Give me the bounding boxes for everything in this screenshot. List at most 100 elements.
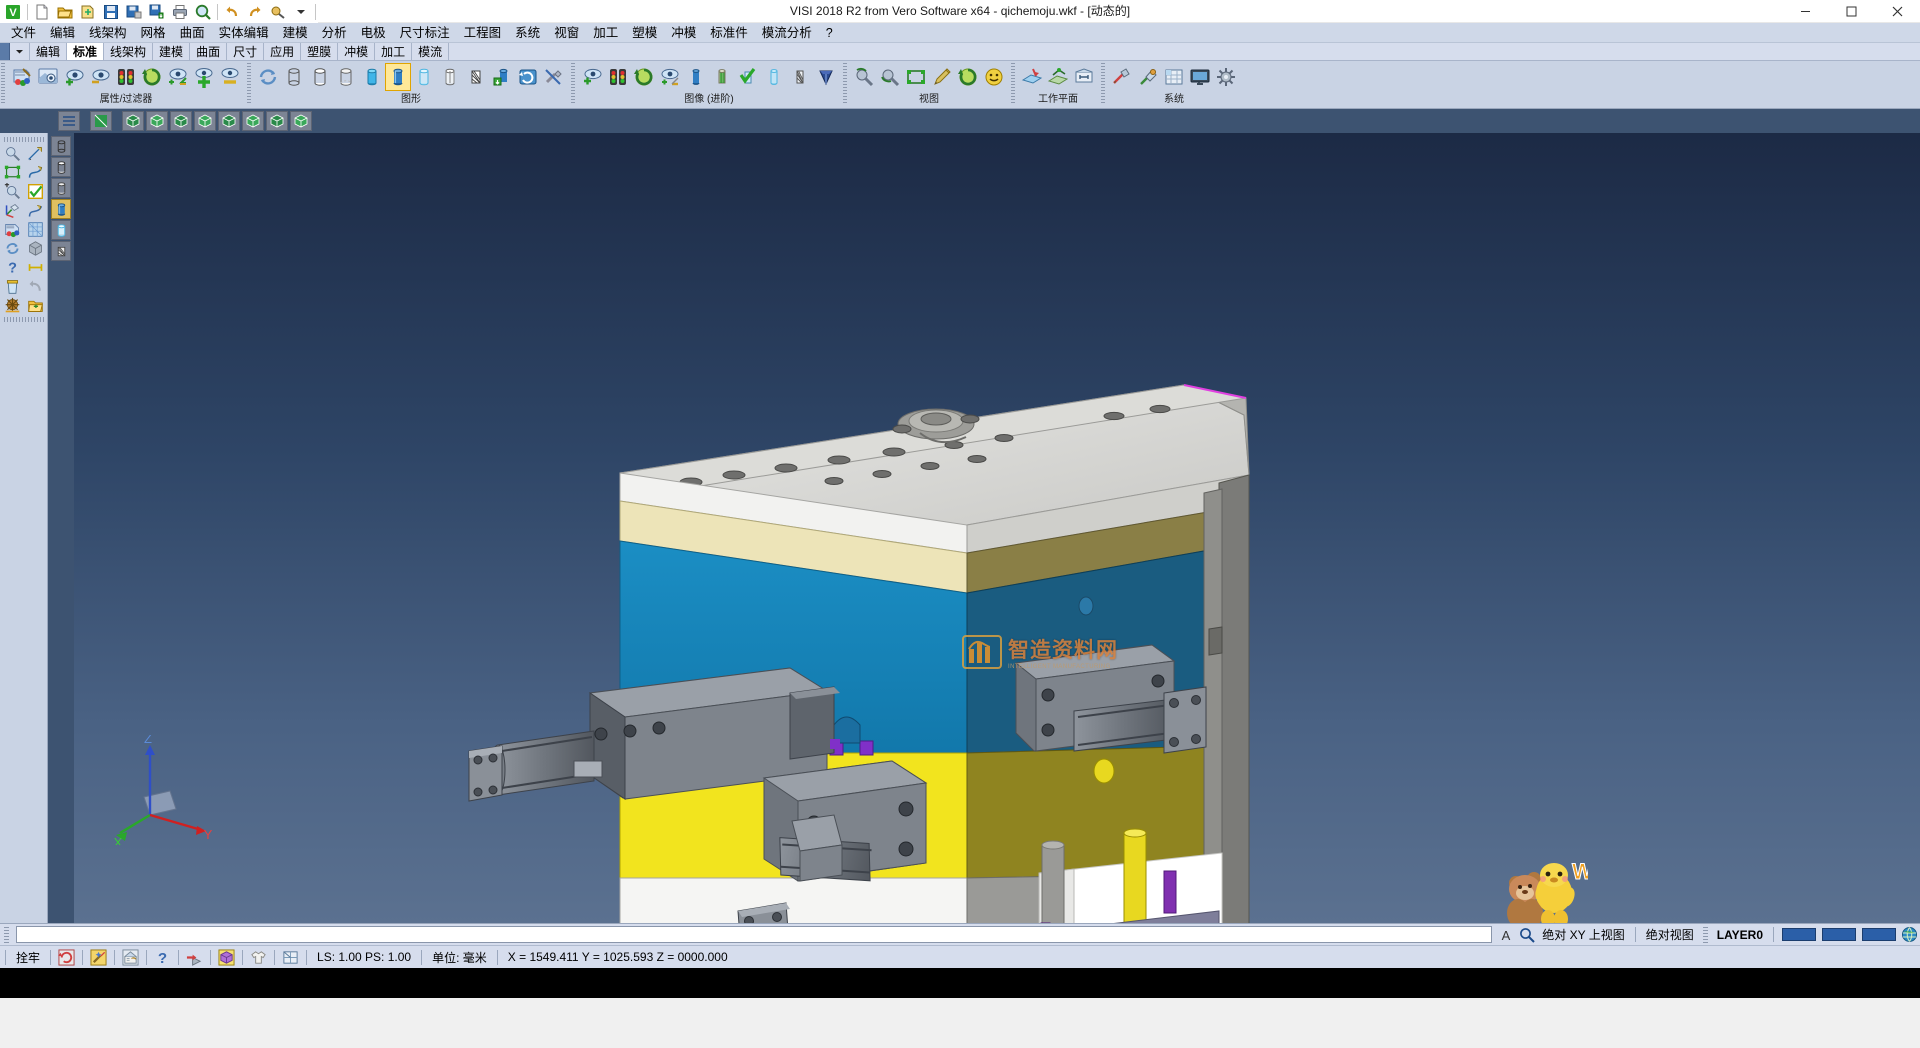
app-logo-icon[interactable]: V (2, 1, 24, 22)
layer-panel-icon[interactable] (24, 220, 47, 239)
gem-solid-icon[interactable] (813, 63, 839, 91)
ribbon-grip-3[interactable] (571, 63, 575, 105)
sys-user-icon[interactable] (1135, 63, 1161, 91)
snap-label[interactable]: 拴牢 (11, 949, 45, 966)
tab-standard[interactable]: 标准 (67, 43, 104, 60)
menu-item-system[interactable]: 系统 (508, 23, 547, 43)
palette-grip-bottom[interactable] (4, 317, 44, 322)
color-palette-icon[interactable] (9, 63, 35, 91)
save-as-icon[interactable] (123, 1, 145, 22)
view-iso5-icon[interactable] (218, 111, 240, 131)
new-file-icon[interactable] (31, 1, 53, 22)
tab-edit[interactable]: 编辑 (30, 43, 67, 60)
units-label[interactable]: 单位: 毫米 (427, 949, 492, 966)
snap-plane-icon[interactable] (280, 947, 301, 967)
view-pen-icon[interactable] (929, 63, 955, 91)
dynamic-render-icon[interactable] (515, 63, 541, 91)
tab-dimension[interactable]: 尺寸 (227, 43, 264, 60)
chevron-down-icon[interactable] (10, 43, 30, 60)
refresh-view-icon[interactable] (139, 63, 165, 91)
ribbon-grip-6[interactable] (1101, 63, 1105, 105)
select-check-icon[interactable] (24, 182, 47, 201)
sys-grid-icon[interactable] (1161, 63, 1187, 91)
transparent-adv-icon[interactable] (761, 63, 787, 91)
regenerate-icon[interactable] (255, 63, 281, 91)
traffic-light-icon[interactable] (113, 63, 139, 91)
hide-entities-icon[interactable] (87, 63, 113, 91)
close-button[interactable] (1874, 0, 1920, 23)
layer-label[interactable]: LAYER0 (1712, 928, 1768, 942)
striped-solid-icon[interactable] (709, 63, 735, 91)
tab-wireframe[interactable]: 线架构 (104, 43, 153, 60)
menu-item-solid-edit[interactable]: 实体编辑 (212, 23, 276, 43)
left-tool-palette[interactable]: ? (0, 133, 48, 923)
view-iso7-icon[interactable] (266, 111, 288, 131)
view-type-label[interactable]: 绝对视图 (1641, 926, 1699, 943)
tab-die[interactable]: 冲模 (338, 43, 375, 60)
menu-item-flow-analysis[interactable]: 模流分析 (755, 23, 819, 43)
view-iso3-icon[interactable] (170, 111, 192, 131)
hidden-line-grey-icon[interactable] (333, 63, 359, 91)
add-visible-icon[interactable] (191, 63, 217, 91)
hidden-line-icon[interactable] (307, 63, 333, 91)
menu-item-machining[interactable]: 加工 (586, 23, 625, 43)
ribbon-drag-handle[interactable] (0, 43, 10, 60)
transparent-mode-icon[interactable] (51, 220, 71, 240)
menu-item-standard-parts[interactable]: 标准件 (703, 23, 755, 43)
snap-magic-icon[interactable] (88, 947, 109, 967)
view-shade-icon[interactable] (90, 111, 112, 131)
maximize-button[interactable] (1828, 0, 1874, 23)
color-chip-3[interactable] (1862, 928, 1896, 941)
import-file-icon[interactable] (77, 1, 99, 22)
color-props-icon[interactable] (1, 220, 24, 239)
snap-help-icon[interactable]: ? (152, 947, 173, 967)
customize-icon[interactable] (290, 1, 312, 22)
toggle-visibility-icon[interactable] (165, 63, 191, 91)
fit-screen-icon[interactable] (1, 163, 24, 182)
view-rotate2-icon[interactable] (877, 63, 903, 91)
zoom-in-out-icon[interactable] (1, 182, 24, 201)
undo-arrow-icon[interactable] (24, 277, 47, 296)
menu-bar[interactable]: 文件 编辑 线架构 网格 曲面 实体编辑 建模 分析 电极 尺寸标注 工程图 系… (0, 23, 1920, 43)
menu-item-drawing[interactable]: 工程图 (457, 23, 509, 43)
status-grip[interactable] (4, 927, 9, 943)
sys-settings-icon[interactable] (1109, 63, 1135, 91)
section-icon[interactable] (463, 63, 489, 91)
menu-item-file[interactable]: 文件 (4, 23, 43, 43)
menu-item-mesh[interactable]: 网格 (134, 23, 173, 43)
menu-item-window[interactable]: 视窗 (547, 23, 586, 43)
tab-moldflow[interactable]: 模流 (412, 43, 449, 60)
undo-icon[interactable] (221, 1, 243, 22)
menu-item-wireframe[interactable]: 线架构 (82, 23, 134, 43)
menu-item-surface[interactable]: 曲面 (173, 23, 212, 43)
mesh-mode-icon[interactable] (51, 241, 71, 261)
snap-grid-icon[interactable] (120, 947, 141, 967)
regenerate-side-icon[interactable] (1, 239, 24, 258)
menu-item-analysis[interactable]: 分析 (315, 23, 354, 43)
menu-item-modeling[interactable]: 建模 (276, 23, 315, 43)
snap-point-icon[interactable] (184, 947, 205, 967)
palette-grip-top[interactable] (4, 137, 44, 142)
snap-box-icon[interactable] (216, 947, 237, 967)
wireframe-mode-icon[interactable] (51, 136, 71, 156)
draw-curve-icon[interactable] (24, 163, 47, 182)
shaded-mode-icon[interactable] (51, 199, 71, 219)
cad-viewport[interactable]: 智造资料网 INTELLIGENT MANUFACTURING Z X Y (74, 133, 1920, 923)
hidden-line-mode-icon[interactable] (51, 157, 71, 177)
view-orientation-toolbar[interactable] (0, 109, 1920, 133)
search-icon[interactable] (1516, 925, 1537, 945)
render-wheel-icon[interactable] (1, 296, 24, 315)
color-chip-2[interactable] (1822, 928, 1856, 941)
tab-surface[interactable]: 曲面 (190, 43, 227, 60)
status-bar-bottom[interactable]: 拴牢 ? LS: 1.00 PS: 1.00 单位: 毫米 X = 1549.4… (0, 945, 1920, 968)
tab-apply[interactable]: 应用 (264, 43, 301, 60)
zoom-window-icon[interactable] (1, 144, 24, 163)
globe-icon[interactable] (1899, 925, 1920, 945)
menu-item-dimension[interactable]: 尺寸标注 (393, 23, 457, 43)
wp-align-icon[interactable] (1045, 63, 1071, 91)
render-tools-icon[interactable] (541, 63, 567, 91)
view-refresh-icon[interactable] (955, 63, 981, 91)
sys-monitor-icon[interactable] (1187, 63, 1213, 91)
help-icon[interactable]: ? (1, 258, 24, 277)
refresh-adv-icon[interactable] (631, 63, 657, 91)
